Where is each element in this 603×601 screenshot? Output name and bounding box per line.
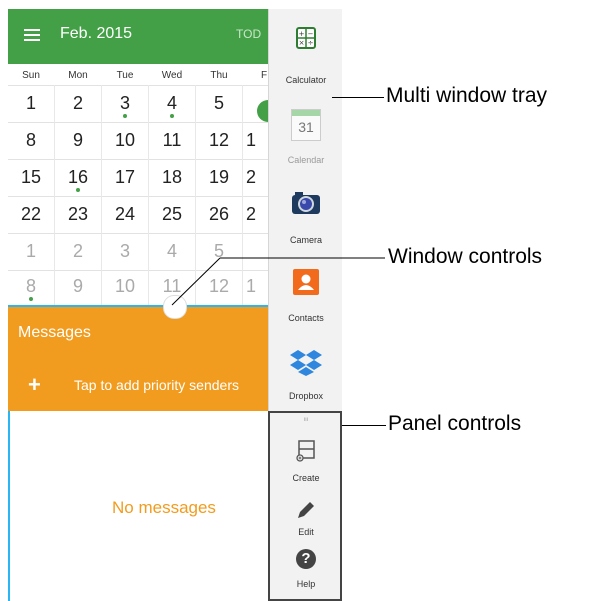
weekday-label: Thu xyxy=(210,70,228,81)
event-dot xyxy=(170,114,174,118)
menu-icon[interactable] xyxy=(24,29,40,41)
grid-line xyxy=(148,85,149,307)
messages-title: Messages xyxy=(18,324,91,341)
calendar-day[interactable]: 2 xyxy=(246,197,268,233)
calendar-day[interactable]: 3 xyxy=(107,86,143,122)
camera-label: Camera xyxy=(289,235,322,245)
calendar-day[interactable]: 12 xyxy=(201,123,237,159)
calendar-day[interactable]: 19 xyxy=(201,160,237,196)
day-number: 16 xyxy=(67,167,89,187)
calendar-day[interactable]: 1 xyxy=(13,234,49,270)
weekday-label: Wed xyxy=(161,70,183,81)
callout-panel-controls: Panel controls xyxy=(388,412,522,435)
calendar-day[interactable]: 23 xyxy=(60,197,96,233)
calendar-day[interactable]: 9 xyxy=(60,123,96,159)
calendar-day[interactable]: 1 xyxy=(246,123,268,159)
svg-text:−: − xyxy=(308,30,314,38)
calculator-app[interactable]: + − × ÷ xyxy=(269,27,342,54)
event-dot xyxy=(76,188,80,192)
calendar-day[interactable]: 15 xyxy=(13,160,49,196)
calendar-day[interactable]: 2 xyxy=(246,160,268,196)
calendar-header: Feb. 2015 TOD xyxy=(8,9,268,64)
today-button[interactable]: TOD xyxy=(236,27,261,41)
svg-text:×: × xyxy=(299,39,305,47)
day-number: 8 xyxy=(25,276,36,296)
panel-controls-highlight xyxy=(268,411,342,601)
calendar-day[interactable]: 22 xyxy=(13,197,49,233)
calendar-day[interactable]: 8 xyxy=(13,269,49,305)
dropbox-label: Dropbox xyxy=(288,391,324,401)
dropbox-app[interactable] xyxy=(269,349,342,382)
callout-multi-window-tray: Multi window tray xyxy=(386,84,548,107)
grid-line xyxy=(54,85,55,307)
callout-line xyxy=(342,425,386,426)
camera-app[interactable] xyxy=(269,191,342,220)
callout-line xyxy=(332,97,384,98)
event-dot xyxy=(123,114,127,118)
calendar-day[interactable]: 2 xyxy=(60,86,96,122)
add-icon[interactable]: + xyxy=(28,372,41,398)
callout-window-controls: Window controls xyxy=(388,245,543,268)
calendar-day[interactable]: 3 xyxy=(107,234,143,270)
calendar-day[interactable]: 26 xyxy=(201,197,237,233)
calendar-day[interactable]: 1 xyxy=(13,86,49,122)
svg-text:÷: ÷ xyxy=(308,39,314,47)
dropbox-icon xyxy=(290,350,322,376)
calendar-app[interactable]: 31 xyxy=(269,109,342,141)
calendar-day[interactable]: 25 xyxy=(154,197,190,233)
svg-text:+: + xyxy=(299,30,305,38)
calendar-day[interactable]: 17 xyxy=(107,160,143,196)
calendar-day[interactable]: 8 xyxy=(13,123,49,159)
calendar-day[interactable]: 2 xyxy=(60,234,96,270)
calculator-label: Calculator xyxy=(285,75,327,85)
calculator-icon: + − × ÷ xyxy=(296,27,316,49)
calendar-day[interactable]: 10 xyxy=(107,269,143,305)
weekday-label: Tue xyxy=(116,70,134,81)
calendar-label: Calendar xyxy=(287,155,325,165)
weekday-label: Sun xyxy=(22,70,40,81)
calendar-icon-number: 31 xyxy=(298,119,314,135)
month-title: Feb. 2015 xyxy=(60,25,133,42)
calendar-day[interactable]: 9 xyxy=(60,269,96,305)
calendar-day[interactable]: 5 xyxy=(201,86,237,122)
calendar-day[interactable]: 18 xyxy=(154,160,190,196)
calendar-day[interactable]: 10 xyxy=(107,123,143,159)
camera-icon xyxy=(292,192,320,214)
add-priority-senders-button[interactable]: Tap to add priority senders xyxy=(74,377,239,393)
grid-line xyxy=(101,85,102,307)
calendar-day[interactable]: 11 xyxy=(154,123,190,159)
calendar-day[interactable]: 4 xyxy=(154,86,190,122)
calendar-day[interactable]: 24 xyxy=(107,197,143,233)
callout-line xyxy=(171,257,385,306)
day-number: 3 xyxy=(119,93,130,113)
day-number: 4 xyxy=(166,93,177,113)
empty-messages-text: No messages xyxy=(112,498,216,517)
messages-header: Messages + Tap to add priority senders xyxy=(8,307,268,411)
calendar-day[interactable]: 16 xyxy=(60,160,96,196)
weekday-label: Mon xyxy=(68,70,88,81)
event-dot xyxy=(29,297,33,301)
calendar-icon: 31 xyxy=(291,109,321,141)
